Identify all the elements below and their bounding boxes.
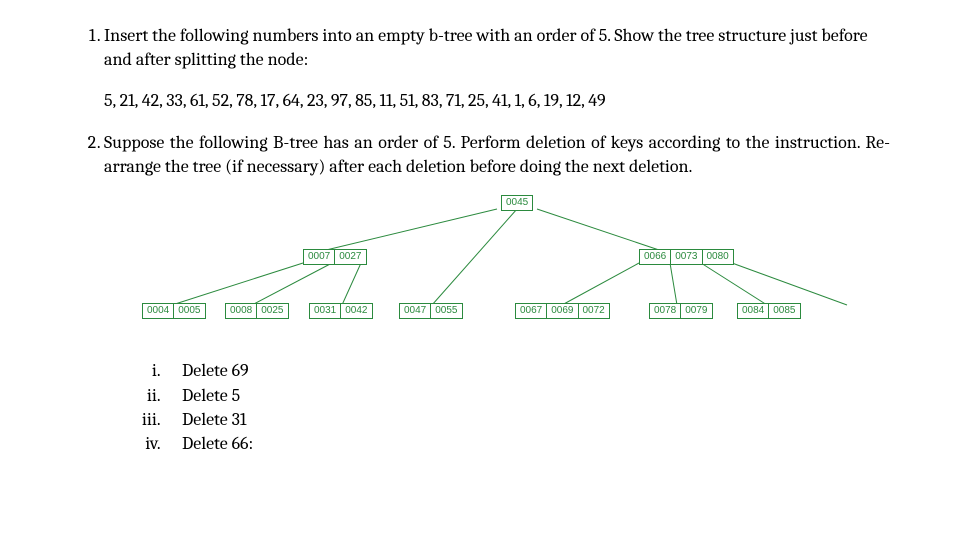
btree-leaf: 0004 0005 — [142, 303, 206, 319]
btree-key: 0027 — [335, 249, 366, 265]
btree-root: 0045 — [501, 195, 533, 211]
deletion-item: Delete 66: — [164, 432, 890, 456]
question-list: Insert the following numbers into an emp… — [70, 24, 890, 457]
question-2: Suppose the following B-tree has an orde… — [104, 131, 890, 457]
btree-key: 0045 — [501, 195, 533, 211]
btree-leaf: 0008 0025 — [225, 303, 289, 319]
btree-key: 0008 — [225, 303, 257, 319]
btree-key: 0055 — [431, 303, 462, 319]
btree-leaf: 0067 0069 0072 — [515, 303, 610, 319]
btree-key: 0069 — [547, 303, 578, 319]
question-1-numbers: 5, 21, 42, 33, 61, 52, 78, 17, 64, 23, 9… — [104, 89, 890, 113]
btree-key: 0007 — [303, 249, 335, 265]
btree-key: 0042 — [341, 303, 372, 319]
btree-key: 0004 — [142, 303, 174, 319]
btree-key: 0079 — [681, 303, 712, 319]
btree-leaf: 0031 0042 — [309, 303, 373, 319]
btree-internal-right: 0066 0073 0080 — [639, 249, 734, 265]
btree-key: 0080 — [703, 249, 734, 265]
question-1-text: Insert the following numbers into an emp… — [104, 24, 890, 73]
btree-leaf: 0047 0055 — [399, 303, 463, 319]
page-content: Insert the following numbers into an emp… — [0, 0, 960, 540]
btree-key: 0072 — [579, 303, 610, 319]
deletion-list: Delete 69 Delete 5 Delete 31 Delete 66: — [104, 359, 890, 456]
btree-key: 0005 — [174, 303, 205, 319]
question-2-text: Suppose the following B-tree has an orde… — [104, 131, 890, 180]
btree-key: 0084 — [737, 303, 769, 319]
btree-key: 0067 — [515, 303, 547, 319]
question-1: Insert the following numbers into an emp… — [104, 24, 890, 113]
deletion-item: Delete 5 — [164, 384, 890, 408]
btree-diagram: 0045 0007 0027 0066 0073 0080 0004 0005 — [117, 193, 877, 343]
btree-key: 0047 — [399, 303, 431, 319]
btree-key: 0073 — [671, 249, 702, 265]
deletion-item: Delete 69 — [164, 359, 890, 383]
btree-key: 0085 — [769, 303, 800, 319]
deletion-item: Delete 31 — [164, 408, 890, 432]
btree-leaf: 0078 0079 — [649, 303, 713, 319]
btree-leaf: 0084 0085 — [737, 303, 801, 319]
btree-key: 0025 — [257, 303, 288, 319]
btree-key: 0066 — [639, 249, 671, 265]
btree-key: 0031 — [309, 303, 341, 319]
btree-edges — [117, 193, 877, 343]
btree-internal-left: 0007 0027 — [303, 249, 367, 265]
btree-key: 0078 — [649, 303, 681, 319]
